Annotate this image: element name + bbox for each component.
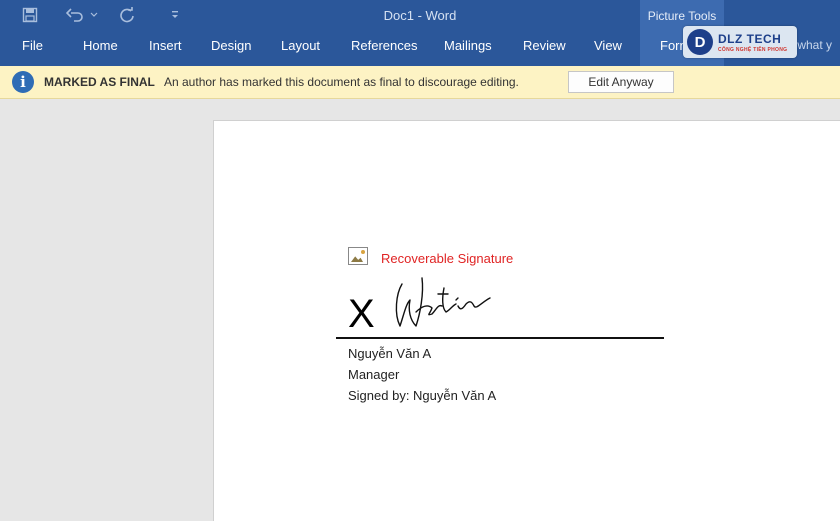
info-icon: i	[12, 71, 34, 93]
signature-x-mark: X	[348, 292, 375, 336]
tab-file[interactable]: File	[22, 32, 43, 60]
signed-by: Signed by: Nguyễn Văn A	[348, 388, 497, 403]
tab-review[interactable]: Review	[523, 32, 566, 60]
signer-title: Manager	[348, 367, 400, 382]
logo-brand-name: DLZ TECH	[718, 31, 782, 46]
logo-mark: D	[687, 29, 713, 55]
signature-line	[336, 337, 664, 339]
edit-anyway-button[interactable]: Edit Anyway	[568, 71, 674, 93]
tab-mailings[interactable]: Mailings	[444, 32, 492, 60]
redo-icon[interactable]	[116, 4, 138, 26]
dlz-tech-logo: D DLZ TECH CÔNG NGHỆ TIÊN PHONG	[683, 26, 797, 58]
undo-dropdown-icon[interactable]	[88, 4, 100, 26]
signature-status: Recoverable Signature	[381, 251, 514, 266]
customize-qat-icon[interactable]	[166, 4, 184, 26]
logo-tagline: CÔNG NGHỆ TIÊN PHONG	[718, 46, 788, 53]
logo-brand: DLZ TECH CÔNG NGHỆ TIÊN PHONG	[718, 32, 787, 53]
message-title: MARKED AS FINAL	[44, 75, 155, 89]
tab-design[interactable]: Design	[211, 32, 251, 60]
save-icon[interactable]	[18, 4, 42, 26]
tab-references[interactable]: References	[351, 32, 417, 60]
tab-view[interactable]: View	[594, 32, 622, 60]
document-page[interactable]	[213, 120, 840, 521]
tab-insert[interactable]: Insert	[149, 32, 182, 60]
undo-icon[interactable]	[64, 4, 86, 26]
message-text: An author has marked this document as fi…	[164, 75, 519, 89]
handwritten-signature-icon	[395, 277, 491, 327]
tab-layout[interactable]: Layout	[281, 32, 320, 60]
picture-icon	[348, 247, 368, 265]
signer-name: Nguyễn Văn A	[348, 346, 432, 361]
document-title: Doc1 - Word	[383, 8, 457, 23]
tab-home[interactable]: Home	[83, 32, 118, 60]
marked-as-final-bar: i MARKED AS FINAL An author has marked t…	[0, 66, 840, 99]
